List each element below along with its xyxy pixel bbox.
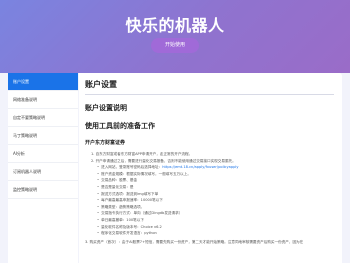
list-item: 策略类型：趋势策略选项。 [97,204,334,211]
main-content: 账户设置 账户设置说明 使用工具前的准备工作 开户东方财富证券 1. 自东方财富… [79,73,342,263]
page-title: 账户设置 [85,79,334,95]
sidebar-item-account-settings[interactable]: 账户设置 [8,73,78,91]
list-item: 交易品种：股票、基金 [97,177,334,184]
sidebar-item-monitor-strategy[interactable]: 监控策略说明 [8,181,78,199]
sidebar-item-martingale[interactable]: 马丁策略说明 [8,127,78,145]
app-title: 快乐的机器人 [125,16,225,35]
sidebar: 账户设置 网络准备说明 自定不要策略说明 马丁策略说明 AI分析 订阅机器人说明… [8,73,78,263]
footer-paragraph: 3. 购买资产（首次）：由于AI股票7+短信，需要先购买一份资产，第二天才能开始… [85,239,304,244]
sub-list: 进入网站，登录账号密码后选择地址：https://emt.18.cn/apply… [91,164,334,237]
section-title: 账户设置说明 [85,104,127,112]
step-title: 开户东方财富证券 [85,140,126,146]
sidebar-item-custom-strategy[interactable]: 自定不要策略说明 [8,109,78,127]
list-item: 每户最高最高申报速率：10000笔以下 [97,197,334,204]
list-item-text: 进入网站，登录账号密码后选择地址： [101,165,163,170]
start-button[interactable]: 开始使用 [151,38,199,53]
sidebar-item-ai-analysis[interactable]: AI分析 [8,145,78,163]
hero-banner: 快乐的机器人 开始使用 [0,0,350,73]
list-item: 账户资金规模：根据实际情况填写，一般填写五万以上。 [97,171,334,178]
list-item: 量化软件名称及版本号：Choice v6.2 [97,224,334,231]
sidebar-item-subscribe-bot[interactable]: 订阅机器人说明 [8,163,78,181]
sidebar-item-network-prep[interactable]: 网络准备说明 [8,91,78,109]
list-item: 单日最高撤单：100笔以下 [97,217,334,224]
list-item: 交易指令执行方式：单向（通过Dingdb发送请求） [97,210,334,217]
apply-link[interactable]: https://emt.18.cn/apply/fxuser/policyapp… [162,165,238,169]
list-item: 报送方式选项：报送到lmg填写下单 [97,191,334,198]
list-item: 进入网站，登录账号密码后选择地址：https://emt.18.cn/apply… [97,164,334,171]
steps-list: 1. 自东方财富或者东方财富APP申请开户，走正常的开户流程。 2. 开户申请通… [85,151,334,237]
step-item: 1. 自东方财富或者东方财富APP申请开户，走正常的开户流程。 [91,152,193,156]
list-item: 程序化交易软件开发语言：python [97,230,334,237]
subsection-title: 使用工具前的准备工作 [85,122,155,130]
step-item: 2. 开户申请通过之后，需要进行量化交易报备，否则不能使用通过交易接口实现交易委… [91,158,236,163]
list-item: 是否是量化交易：是 [97,184,334,191]
